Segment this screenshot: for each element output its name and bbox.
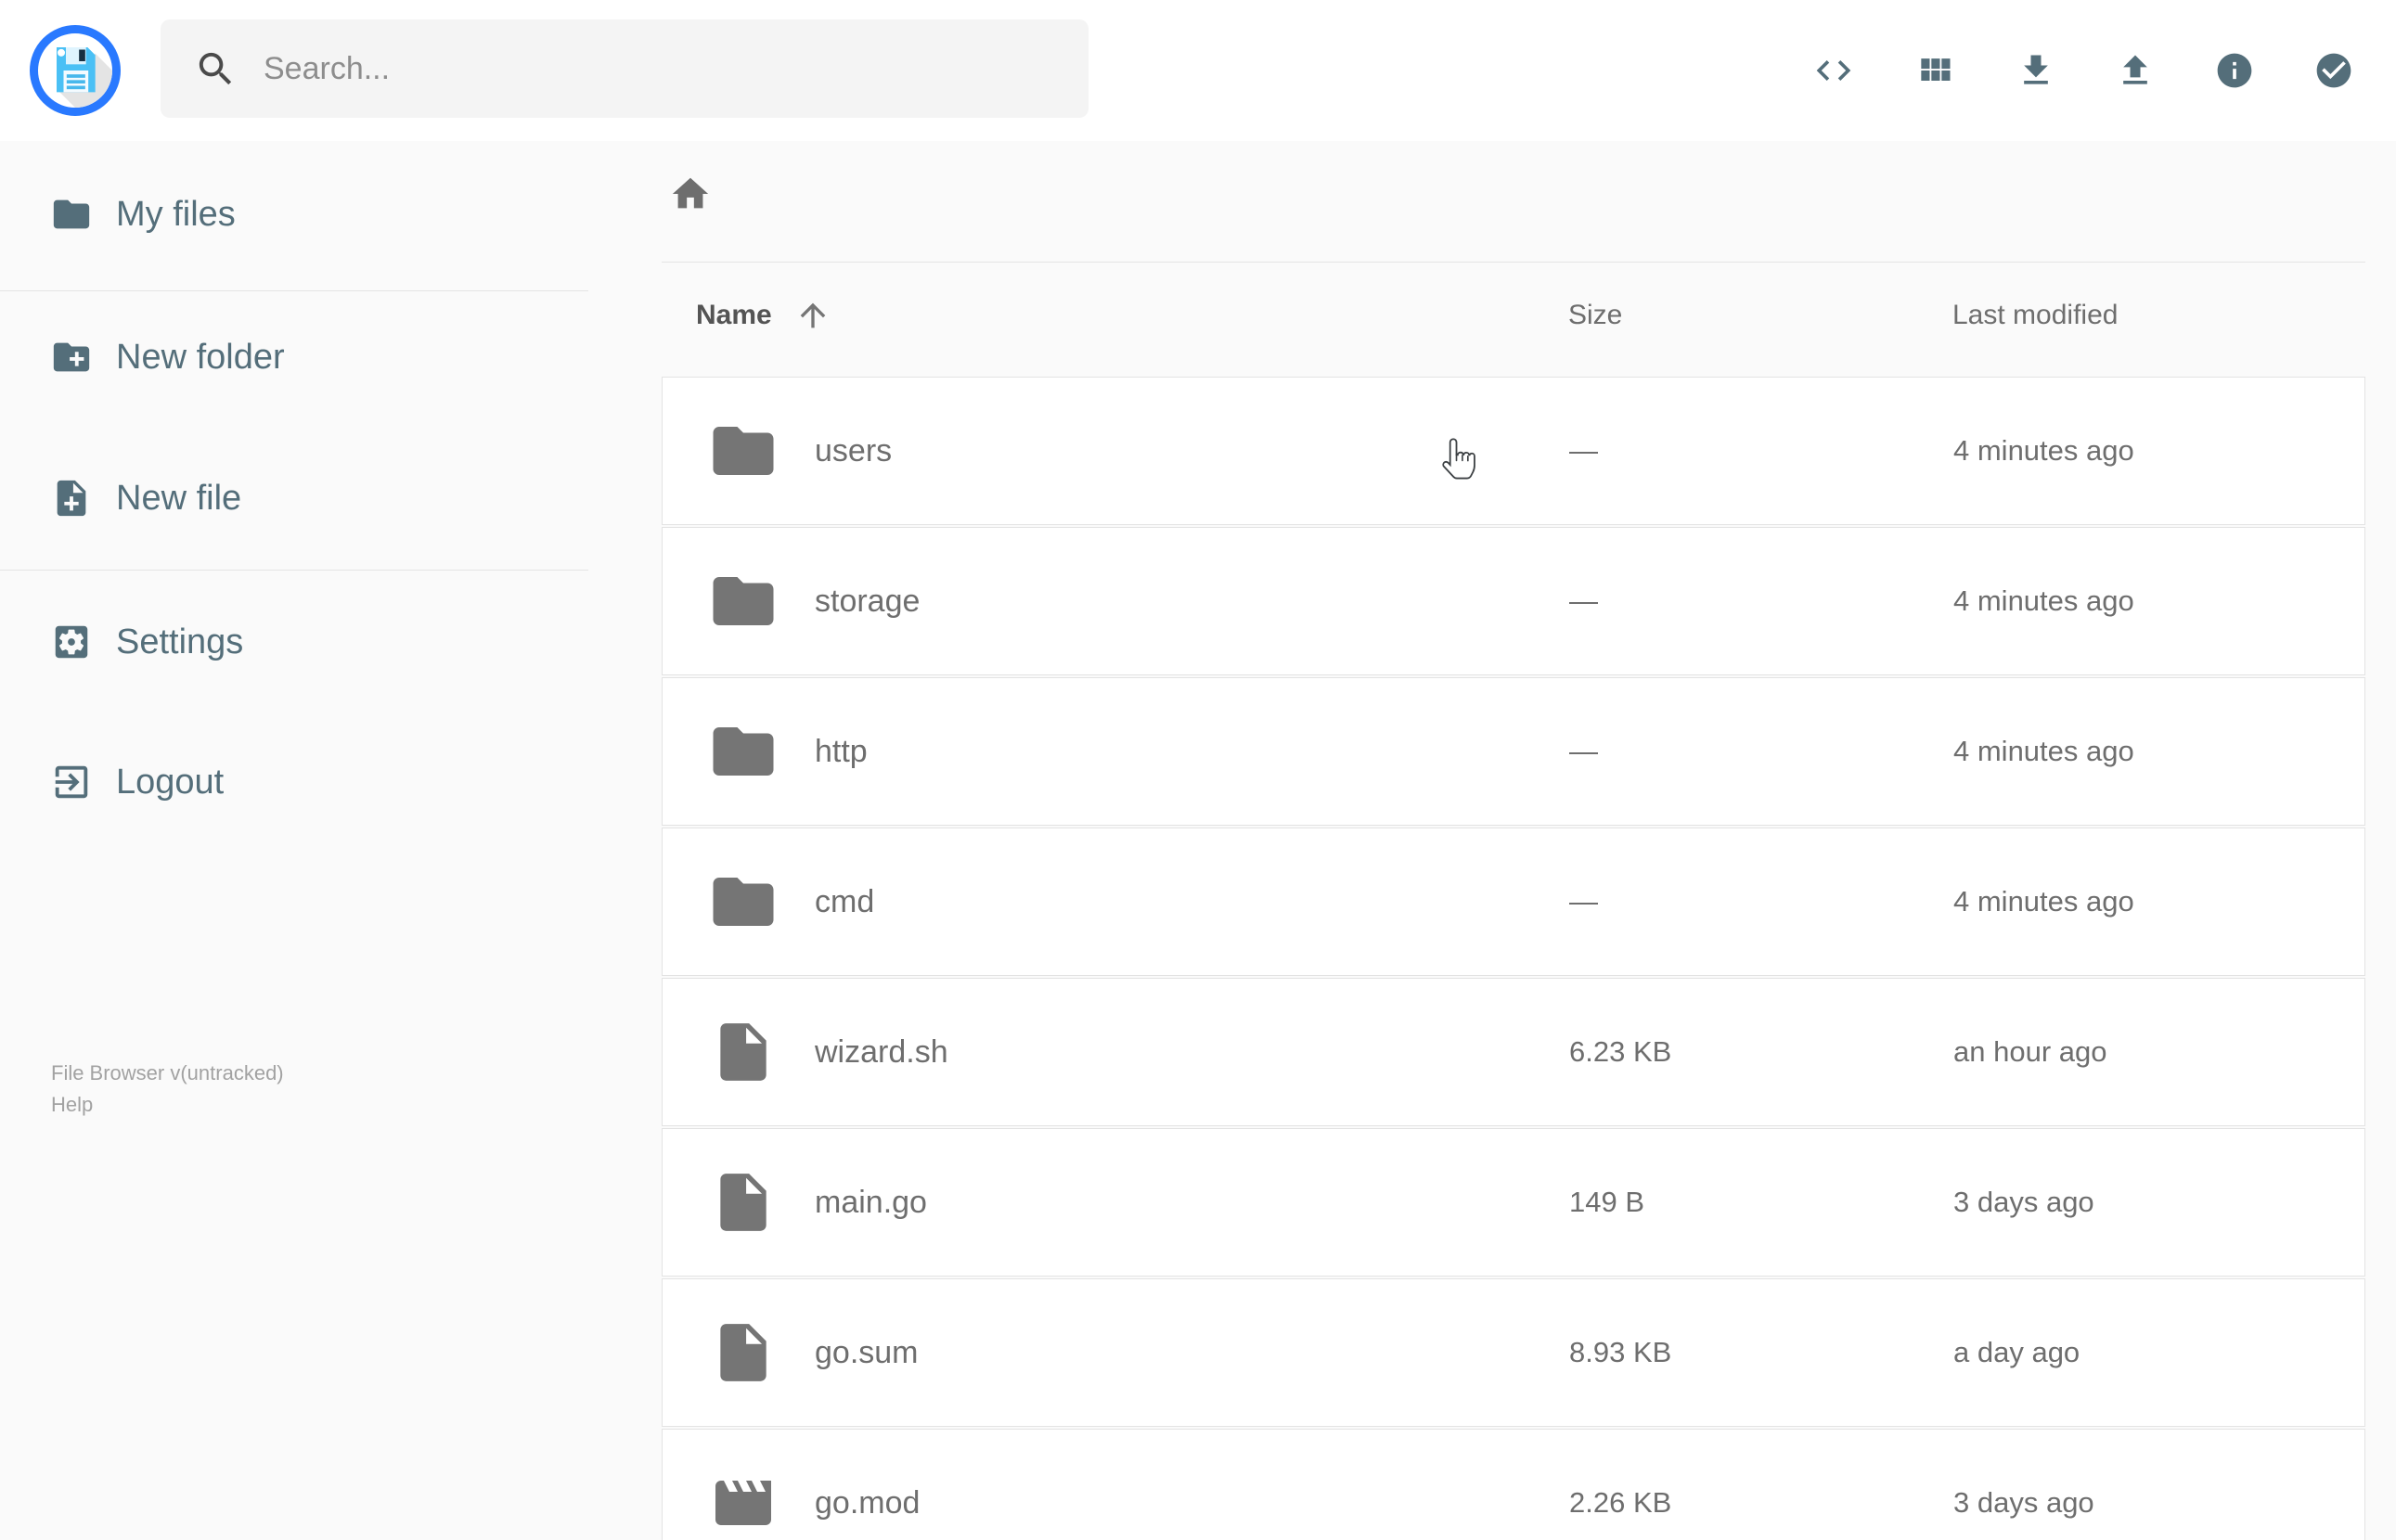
- file-name: go.mod: [815, 1484, 921, 1521]
- file-name: main.go: [815, 1184, 927, 1220]
- file-icon: [706, 1315, 780, 1390]
- file-modified: 4 minutes ago: [1953, 885, 2134, 918]
- file-modified: 4 minutes ago: [1953, 584, 2134, 617]
- info-button[interactable]: [2214, 50, 2255, 91]
- sidebar-item-new-file[interactable]: New file: [0, 459, 588, 537]
- movie-file-icon: [706, 1466, 780, 1540]
- folder-icon: [50, 193, 93, 236]
- sidebar-divider: [0, 290, 588, 291]
- search-bar[interactable]: [161, 19, 1089, 118]
- sidebar-item-label: Logout: [116, 762, 225, 802]
- file-size: 149 B: [1569, 1186, 1645, 1218]
- sort-ascending-icon: [794, 297, 831, 334]
- shell-toggle-button[interactable]: [1813, 50, 1854, 91]
- sidebar-item-label: Settings: [116, 622, 244, 661]
- folder-icon: [706, 564, 780, 638]
- info-icon: [2214, 50, 2255, 91]
- new-file-icon: [50, 477, 93, 520]
- sidebar-item-logout[interactable]: Logout: [0, 743, 588, 821]
- sidebar-item-label: New file: [116, 478, 242, 518]
- listing-column-headers: Name Size Last modified: [662, 289, 2365, 341]
- switch-view-button[interactable]: [1914, 50, 1955, 91]
- file-size: 8.93 KB: [1569, 1336, 1672, 1368]
- settings-icon: [50, 621, 93, 663]
- sidebar-item-new-folder[interactable]: New folder: [0, 318, 588, 396]
- table-row-go-mod[interactable]: go.mod 2.26 KB 3 days ago: [662, 1429, 2365, 1540]
- file-name: users: [815, 432, 893, 468]
- file-name: wizard.sh: [815, 1033, 948, 1070]
- table-row-users[interactable]: users — 4 minutes ago: [662, 377, 2365, 525]
- file-size: —: [1569, 434, 1598, 467]
- check-circle-icon: [2313, 50, 2354, 91]
- file-name: http: [815, 733, 868, 769]
- sidebar-item-label: New folder: [116, 337, 285, 377]
- file-modified: 3 days ago: [1953, 1486, 2094, 1519]
- sidebar: My files New folder New file Settings Lo…: [0, 141, 588, 1540]
- app-header: [0, 0, 2396, 141]
- home-icon: [669, 173, 712, 215]
- logout-icon: [50, 761, 93, 803]
- download-button[interactable]: [2016, 50, 2056, 91]
- table-row-wizard-sh[interactable]: wizard.sh 6.23 KB an hour ago: [662, 978, 2365, 1126]
- sidebar-item-my-files[interactable]: My files: [0, 175, 588, 253]
- code-icon: [1813, 50, 1854, 91]
- file-modified: a day ago: [1953, 1336, 2080, 1368]
- file-modified: an hour ago: [1953, 1035, 2107, 1068]
- upload-icon: [2115, 50, 2156, 91]
- file-name: go.sum: [815, 1334, 919, 1370]
- file-size: 2.26 KB: [1569, 1486, 1672, 1519]
- column-header-name[interactable]: Name: [696, 297, 831, 334]
- file-listing: users — 4 minutes ago storage — 4 minute…: [662, 377, 2365, 1540]
- help-link[interactable]: Help: [51, 1089, 284, 1121]
- sidebar-credits: File Browser v(untracked) Help: [51, 1058, 284, 1121]
- column-header-size[interactable]: Size: [1568, 300, 1622, 331]
- app-version: File Browser v(untracked): [51, 1061, 284, 1084]
- select-multiple-button[interactable]: [2313, 50, 2354, 91]
- table-row-go-sum[interactable]: go.sum 8.93 KB a day ago: [662, 1278, 2365, 1427]
- file-size: 6.23 KB: [1569, 1035, 1672, 1068]
- download-icon: [2016, 50, 2056, 91]
- file-name: cmd: [815, 883, 875, 919]
- file-icon: [706, 1015, 780, 1089]
- app-logo[interactable]: [30, 25, 121, 116]
- folder-icon: [706, 414, 780, 488]
- grid-view-icon: [1914, 50, 1955, 91]
- folder-icon: [706, 714, 780, 789]
- file-icon: [706, 1165, 780, 1239]
- column-header-modified[interactable]: Last modified: [1952, 300, 2118, 331]
- file-modified: 4 minutes ago: [1953, 434, 2134, 467]
- floppy-disk-icon: [38, 33, 112, 108]
- table-row-main-go[interactable]: main.go 149 B 3 days ago: [662, 1128, 2365, 1277]
- search-icon: [194, 47, 238, 91]
- table-row-cmd[interactable]: cmd — 4 minutes ago: [662, 828, 2365, 976]
- table-row-storage[interactable]: storage — 4 minutes ago: [662, 527, 2365, 675]
- breadcrumb-divider: [662, 262, 2365, 263]
- file-size: —: [1569, 735, 1598, 767]
- file-size: —: [1569, 885, 1598, 918]
- file-size: —: [1569, 584, 1598, 617]
- new-folder-icon: [50, 336, 93, 379]
- sidebar-item-settings[interactable]: Settings: [0, 603, 588, 681]
- sidebar-divider: [0, 570, 588, 571]
- upload-button[interactable]: [2115, 50, 2156, 91]
- sidebar-item-label: My files: [116, 194, 236, 234]
- file-name: storage: [815, 583, 921, 619]
- folder-icon: [706, 865, 780, 939]
- file-modified: 4 minutes ago: [1953, 735, 2134, 767]
- search-input[interactable]: [264, 50, 1043, 87]
- breadcrumb-home-button[interactable]: [669, 173, 712, 215]
- file-modified: 3 days ago: [1953, 1186, 2094, 1218]
- table-row-http[interactable]: http — 4 minutes ago: [662, 677, 2365, 826]
